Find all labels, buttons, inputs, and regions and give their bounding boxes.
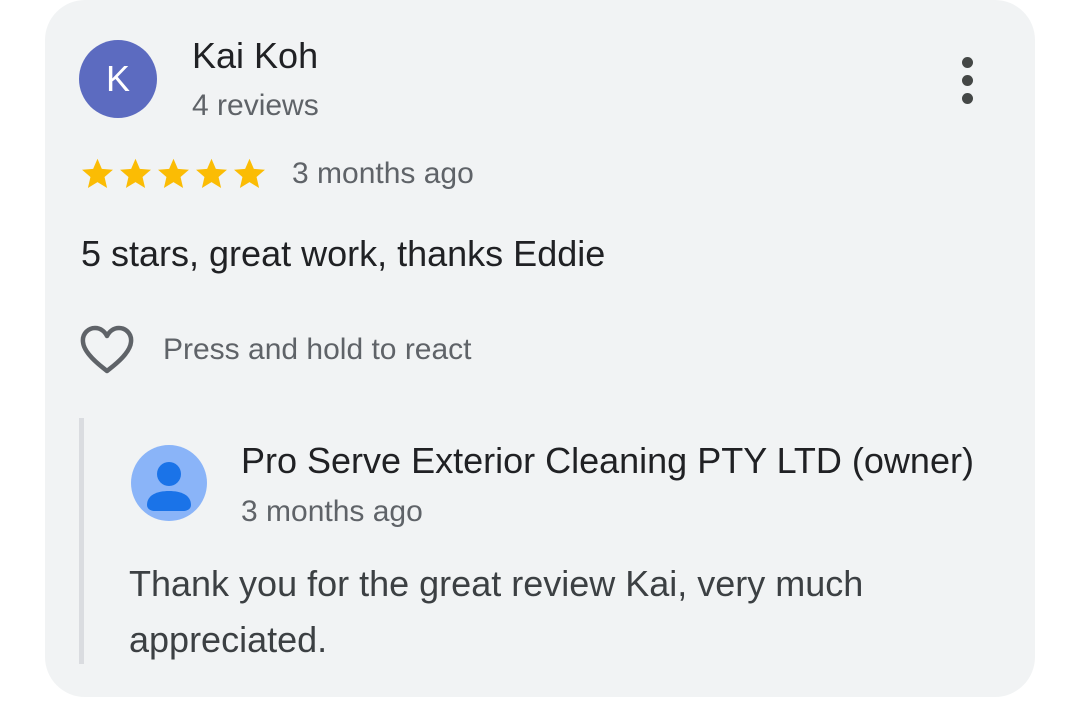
- star-icon: [82, 158, 113, 188]
- reply-divider: [79, 418, 84, 664]
- reviewer-name[interactable]: Kai Koh: [192, 36, 318, 76]
- review-text: 5 stars, great work, thanks Eddie: [81, 233, 606, 274]
- reviewer-review-count[interactable]: 4 reviews: [192, 88, 319, 124]
- heart-outline-icon[interactable]: [78, 324, 136, 376]
- react-row: Press and hold to react: [78, 322, 472, 378]
- owner-reply-time: 3 months ago: [241, 495, 423, 528]
- star-icon: [234, 158, 265, 188]
- react-hint: Press and hold to react: [163, 333, 472, 366]
- more-options-button[interactable]: [942, 52, 992, 108]
- more-vert-icon: [961, 56, 973, 104]
- star-icon: [120, 158, 151, 188]
- star-icon: [158, 158, 189, 188]
- avatar-initial: K: [105, 58, 130, 99]
- reviewer-avatar[interactable]: K: [79, 40, 157, 118]
- review-time: 3 months ago: [292, 157, 474, 190]
- star-icon: [196, 158, 227, 188]
- owner-reply-text: Thank you for the great review Kai, very…: [129, 563, 864, 660]
- star-rating: [79, 156, 268, 192]
- person-avatar-icon[interactable]: [131, 445, 207, 521]
- owner-name: Pro Serve Exterior Cleaning PTY LTD (own…: [241, 440, 974, 481]
